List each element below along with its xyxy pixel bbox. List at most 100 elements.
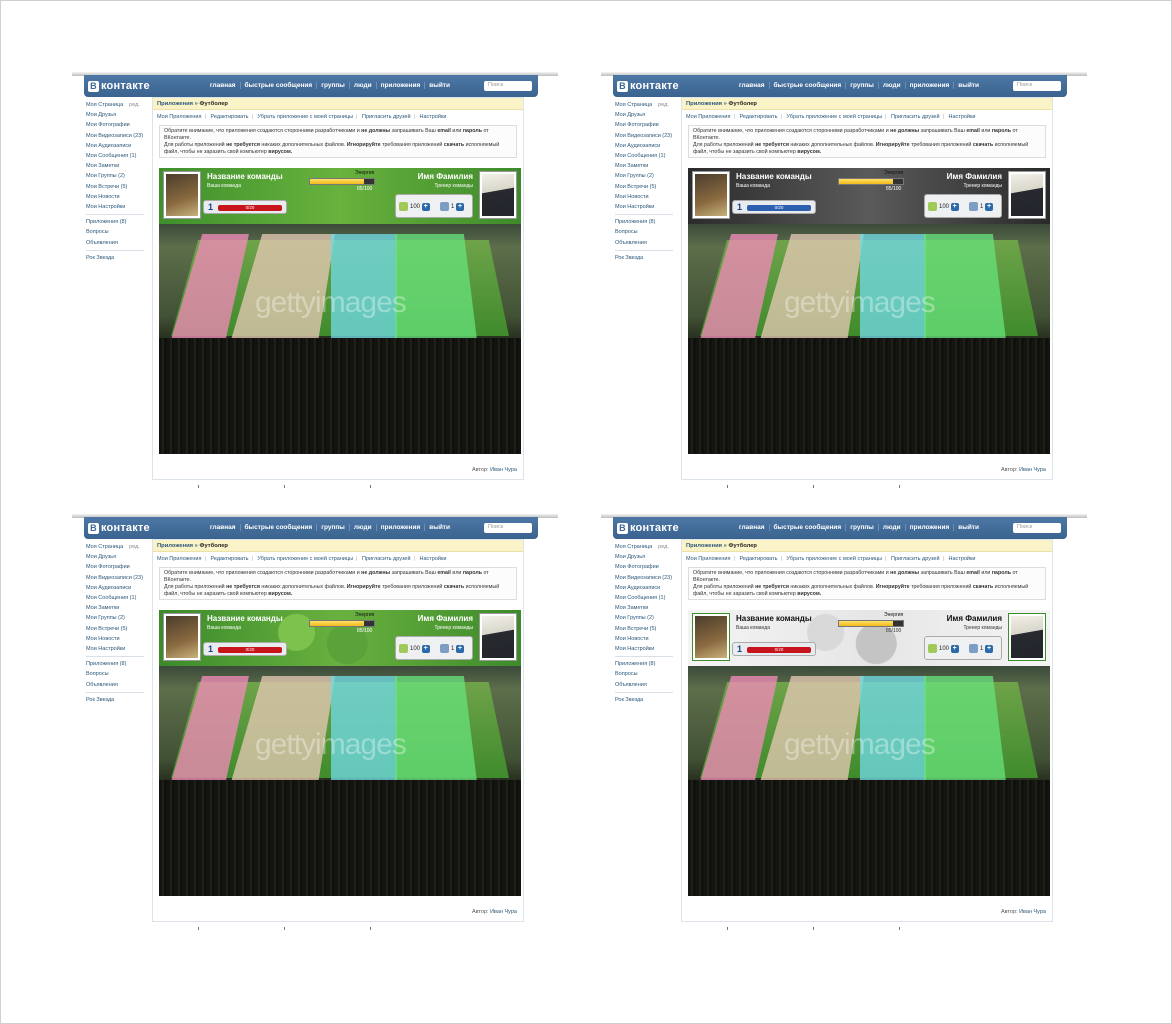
sidebar-item-notes[interactable]: Мои Заметки <box>615 603 673 613</box>
sidebar-item-my-page[interactable]: Моя Страница ред. <box>86 100 144 110</box>
sidebar-item-ads[interactable]: Объявления <box>86 680 144 690</box>
sidebar-item-apps[interactable]: Приложения (8) <box>615 217 673 227</box>
sidebar-item-notes[interactable]: Мои Заметки <box>86 603 144 613</box>
nav-logout[interactable]: выйти <box>953 82 983 89</box>
tab-invite-friends[interactable]: Пригласить друзей <box>891 556 940 562</box>
tab-edit[interactable]: Редактировать <box>210 556 248 562</box>
add-money-button[interactable]: + <box>950 202 959 211</box>
edit-link[interactable]: ред. <box>129 544 140 550</box>
sidebar-item-messages[interactable]: Мои Сообщения (1) <box>615 593 673 603</box>
football-game-frame[interactable]: Название команды Ваша команда Энергия 85… <box>688 168 1050 454</box>
sidebar-item-questions[interactable]: Вопросы <box>86 669 144 679</box>
player-avatar[interactable] <box>1008 171 1046 219</box>
nav-groups[interactable]: группы <box>316 82 349 89</box>
sidebar-item-rock-star[interactable]: Рок Звезда <box>86 695 144 705</box>
sidebar-item-groups[interactable]: Мои Группы (2) <box>615 171 673 181</box>
add-money-button[interactable]: + <box>950 644 959 653</box>
sidebar-item-photos[interactable]: Мои Фотографии <box>86 562 144 572</box>
add-money-button[interactable]: + <box>421 644 430 653</box>
sidebar-item-settings[interactable]: Мои Настройки <box>615 202 673 212</box>
sidebar-item-messages[interactable]: Мои Сообщения (1) <box>86 593 144 603</box>
team-avatar[interactable] <box>163 613 201 661</box>
sidebar-item-apps[interactable]: Приложения (8) <box>86 659 144 669</box>
sidebar-item-photos[interactable]: Мои Фотографии <box>615 120 673 130</box>
sidebar-item-settings[interactable]: Мои Настройки <box>86 644 144 654</box>
sidebar-item-apps[interactable]: Приложения (8) <box>86 217 144 227</box>
sidebar-item-rock-star[interactable]: Рок Звезда <box>86 253 144 263</box>
nav-groups[interactable]: группы <box>845 82 878 89</box>
sidebar-item-my-page[interactable]: Моя Страница ред. <box>86 542 144 552</box>
sidebar-item-audio[interactable]: Мои Аудиозаписи <box>615 141 673 151</box>
add-money-button[interactable]: + <box>421 202 430 211</box>
sidebar-item-rock-star[interactable]: Рок Звезда <box>615 253 673 263</box>
nav-groups[interactable]: группы <box>316 524 349 531</box>
tab-remove-app[interactable]: Убрать приложение с моей страницы <box>786 556 882 562</box>
edit-link[interactable]: ред. <box>658 102 669 108</box>
sidebar-item-events[interactable]: Мои Встречи (5) <box>86 624 144 634</box>
sidebar-item-messages[interactable]: Мои Сообщения (1) <box>86 151 144 161</box>
nav-logout[interactable]: выйти <box>424 524 454 531</box>
tab-edit[interactable]: Редактировать <box>210 114 248 120</box>
tab-settings[interactable]: Настройки <box>420 114 447 120</box>
sidebar-item-notes[interactable]: Мои Заметки <box>615 161 673 171</box>
sidebar-item-my-page[interactable]: Моя Страница ред. <box>615 100 673 110</box>
sidebar-item-videos[interactable]: Мои Видеозаписи (23) <box>615 131 673 141</box>
search-input[interactable]: Поиск <box>484 523 532 533</box>
sidebar-item-events[interactable]: Мои Встречи (5) <box>615 182 673 192</box>
tab-remove-app[interactable]: Убрать приложение с моей страницы <box>257 556 353 562</box>
player-avatar[interactable] <box>1008 613 1046 661</box>
tab-settings[interactable]: Настройки <box>949 556 976 562</box>
author-link[interactable]: Иван Чура <box>1019 467 1046 473</box>
nav-home[interactable]: главная <box>735 524 769 531</box>
search-input[interactable]: Поиск <box>1013 81 1061 91</box>
zone-green[interactable] <box>395 676 477 782</box>
nav-people[interactable]: люди <box>348 82 376 89</box>
nav-messages[interactable]: быстрые сообщения <box>239 82 317 89</box>
team-avatar[interactable] <box>692 613 730 661</box>
nav-apps[interactable]: приложения <box>904 82 954 89</box>
vk-logo[interactable]: В контакте <box>617 80 679 92</box>
tab-remove-app[interactable]: Убрать приложение с моей страницы <box>786 114 882 120</box>
sidebar-item-audio[interactable]: Мои Аудиозаписи <box>86 141 144 151</box>
sidebar-item-settings[interactable]: Мои Настройки <box>615 644 673 654</box>
tab-invite-friends[interactable]: Пригласить друзей <box>891 114 940 120</box>
tab-invite-friends[interactable]: Пригласить друзей <box>362 556 411 562</box>
nav-apps[interactable]: приложения <box>904 524 954 531</box>
zone-green[interactable] <box>924 234 1006 340</box>
sidebar-item-videos[interactable]: Мои Видеозаписи (23) <box>615 573 673 583</box>
sidebar-item-friends[interactable]: Мои Друзья <box>86 110 144 120</box>
sidebar-item-ads[interactable]: Объявления <box>86 238 144 248</box>
sidebar-item-groups[interactable]: Мои Группы (2) <box>86 613 144 623</box>
nav-logout[interactable]: выйти <box>424 82 454 89</box>
football-game-frame[interactable]: Название команды Ваша команда Энергия 85… <box>688 610 1050 896</box>
author-link[interactable]: Иван Чура <box>1019 909 1046 915</box>
team-avatar[interactable] <box>692 171 730 219</box>
breadcrumb-section[interactable]: Приложения <box>157 543 193 549</box>
edit-link[interactable]: ред. <box>129 102 140 108</box>
sidebar-item-news[interactable]: Мои Новости <box>86 192 144 202</box>
search-input[interactable]: Поиск <box>1013 523 1061 533</box>
author-link[interactable]: Иван Чура <box>490 909 517 915</box>
sidebar-item-audio[interactable]: Мои Аудиозаписи <box>86 583 144 593</box>
sidebar-item-news[interactable]: Мои Новости <box>86 634 144 644</box>
tab-remove-app[interactable]: Убрать приложение с моей страницы <box>257 114 353 120</box>
tab-settings[interactable]: Настройки <box>949 114 976 120</box>
player-avatar[interactable] <box>479 613 517 661</box>
tab-edit[interactable]: Редактировать <box>739 556 777 562</box>
player-avatar[interactable] <box>479 171 517 219</box>
sidebar-item-groups[interactable]: Мои Группы (2) <box>615 613 673 623</box>
add-card-button[interactable]: + <box>456 202 465 211</box>
tab-my-apps[interactable]: Мои Приложения <box>157 114 201 120</box>
tab-invite-friends[interactable]: Пригласить друзей <box>362 114 411 120</box>
tab-my-apps[interactable]: Мои Приложения <box>686 556 730 562</box>
stadium-field[interactable]: gettyimages <box>688 666 1050 896</box>
nav-home[interactable]: главная <box>206 82 240 89</box>
vk-logo[interactable]: В контакте <box>88 522 150 534</box>
sidebar-item-photos[interactable]: Мои Фотографии <box>615 562 673 572</box>
nav-messages[interactable]: быстрые сообщения <box>768 524 846 531</box>
add-card-button[interactable]: + <box>985 644 994 653</box>
nav-apps[interactable]: приложения <box>375 524 425 531</box>
football-game-frame[interactable]: Название команды Ваша команда Энергия 85… <box>159 610 521 896</box>
football-game-frame[interactable]: Название команды Ваша команда Энергия 85… <box>159 168 521 454</box>
tab-settings[interactable]: Настройки <box>420 556 447 562</box>
